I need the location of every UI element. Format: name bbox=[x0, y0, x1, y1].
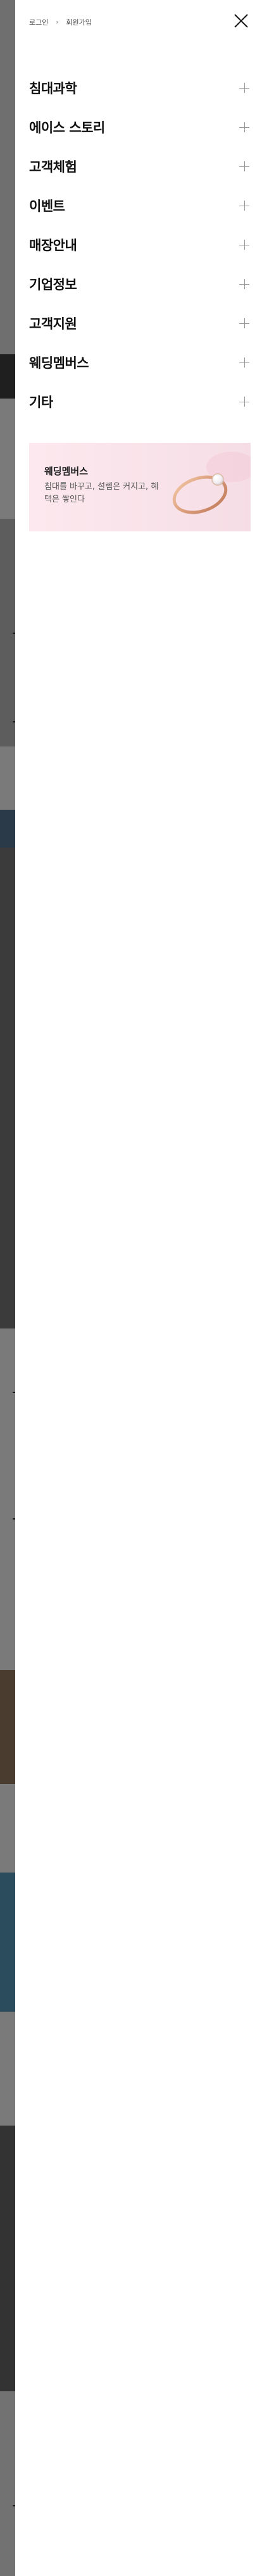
menu-item-label: 고객체험 bbox=[29, 159, 77, 175]
plus-icon[interactable] bbox=[239, 122, 249, 132]
plus-icon[interactable] bbox=[239, 397, 249, 407]
navigation-drawer: 로그인 › 회원가입 침대과학 에이스 스토리 고객체험 이벤트 매장안내 기업… bbox=[15, 0, 262, 2576]
plus-icon[interactable] bbox=[239, 318, 249, 328]
banner-description: 침대를 바꾸고, 설렘은 커지고, 혜택은 쌓인다 bbox=[44, 482, 159, 505]
menu-item-customer-support[interactable]: 고객지원 bbox=[29, 304, 251, 343]
menu-item-ace-story[interactable]: 에이스 스토리 bbox=[29, 108, 251, 147]
menu-item-etc[interactable]: 기타 bbox=[29, 382, 251, 421]
auth-links: 로그인 › 회원가입 bbox=[29, 17, 92, 27]
menu-item-wedding-members[interactable]: 웨딩멤버스 bbox=[29, 343, 251, 382]
menu-item-label: 웨딩멤버스 bbox=[29, 356, 89, 371]
drawer-header: 로그인 › 회원가입 bbox=[15, 0, 262, 44]
plus-icon[interactable] bbox=[239, 201, 249, 211]
menu-item-label: 에이스 스토리 bbox=[29, 120, 105, 135]
banner-title: 웨딩멤버스 bbox=[44, 466, 89, 477]
plus-icon[interactable] bbox=[239, 161, 249, 171]
menu-item-company-info[interactable]: 기업정보 bbox=[29, 264, 251, 304]
separator-icon: › bbox=[56, 18, 59, 26]
ring-icon bbox=[172, 452, 251, 514]
plus-icon[interactable] bbox=[239, 83, 249, 93]
plus-icon[interactable] bbox=[239, 240, 249, 250]
menu-item-label: 고객지원 bbox=[29, 316, 77, 331]
wedding-members-banner[interactable]: 웨딩멤버스 침대를 바꾸고, 설렘은 커지고, 혜택은 쌓인다 bbox=[29, 443, 251, 531]
menu-item-label: 기업정보 bbox=[29, 277, 77, 292]
menu-item-label: 매장안내 bbox=[29, 238, 77, 253]
menu-item-store-guide[interactable]: 매장안내 bbox=[29, 225, 251, 264]
signup-link[interactable]: 회원가입 bbox=[66, 17, 91, 27]
menu-item-event[interactable]: 이벤트 bbox=[29, 186, 251, 225]
main-menu: 침대과학 에이스 스토리 고객체험 이벤트 매장안내 기업정보 고객지원 웨딩멤… bbox=[29, 68, 251, 421]
menu-item-label: 이벤트 bbox=[29, 199, 65, 214]
menu-item-bed-science[interactable]: 침대과학 bbox=[29, 68, 251, 108]
close-icon bbox=[234, 14, 248, 28]
plus-icon[interactable] bbox=[239, 357, 249, 368]
close-button[interactable] bbox=[232, 11, 251, 30]
login-link[interactable]: 로그인 bbox=[29, 17, 48, 27]
menu-item-customer-experience[interactable]: 고객체험 bbox=[29, 147, 251, 186]
menu-item-label: 침대과학 bbox=[29, 81, 77, 96]
plus-icon[interactable] bbox=[239, 279, 249, 289]
menu-item-label: 기타 bbox=[29, 395, 53, 410]
